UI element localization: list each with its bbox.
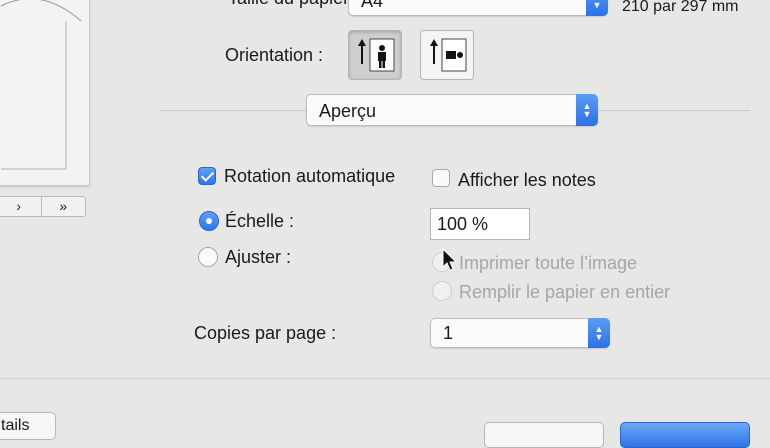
copies-per-page-label: Copies par page : [194, 323, 337, 343]
preview-navigation: › » [0, 196, 86, 217]
copies-per-page-popup[interactable]: 1 ▲ ▼ [430, 318, 610, 348]
next-page-button[interactable]: › [0, 197, 41, 216]
portrait-person-icon [358, 38, 395, 72]
show-notes-label: Afficher les notes [458, 170, 596, 190]
auto-rotate-label: Rotation automatique [224, 166, 396, 186]
fill-paper-label: Remplir le papier en entier [459, 282, 671, 302]
chevron-updown-icon: ▲▼ [586, 0, 608, 16]
portrait-orientation-button[interactable] [348, 30, 402, 80]
details-button[interactable]: tails [0, 412, 56, 440]
scale-label: Échelle : [225, 211, 295, 231]
chevron-updown-icon: ▲▼ [588, 318, 610, 348]
paper-size-popup[interactable]: A4 ▲▼ [348, 0, 608, 16]
paper-size-label: Taille du papier : [228, 0, 359, 9]
show-notes-checkbox[interactable] [432, 169, 450, 187]
copies-per-page-value: 1 [443, 323, 454, 343]
fit-radio[interactable] [198, 247, 218, 267]
cancel-button[interactable] [484, 422, 604, 448]
section-popup-value: Aperçu [319, 101, 377, 121]
paper-size-value: A4 [361, 0, 384, 11]
print-button[interactable] [620, 422, 750, 448]
orientation-label: Orientation : [225, 45, 324, 65]
fit-label: Ajuster : [225, 247, 292, 267]
section-popup[interactable]: Aperçu ▲ ▼ [306, 94, 598, 126]
fill-paper-radio[interactable] [432, 281, 452, 301]
auto-rotate-checkbox[interactable] [198, 167, 216, 185]
landscape-person-icon [430, 38, 467, 72]
scale-radio[interactable] [199, 211, 219, 231]
preview-thumbnail [0, 0, 82, 170]
details-button-label: tails [1, 417, 30, 434]
page-preview [0, 0, 90, 186]
print-entire-image-label: Imprimer toute l’image [459, 253, 638, 273]
chevron-updown-icon: ▲▼ [576, 94, 598, 126]
mouse-pointer-icon [442, 248, 458, 271]
landscape-orientation-button[interactable] [420, 30, 474, 80]
paper-dimensions: 210 par 297 mm [622, 0, 739, 15]
footer-divider [0, 378, 770, 379]
last-page-button[interactable]: » [40, 197, 86, 216]
scale-input[interactable]: 100 % [430, 208, 530, 240]
